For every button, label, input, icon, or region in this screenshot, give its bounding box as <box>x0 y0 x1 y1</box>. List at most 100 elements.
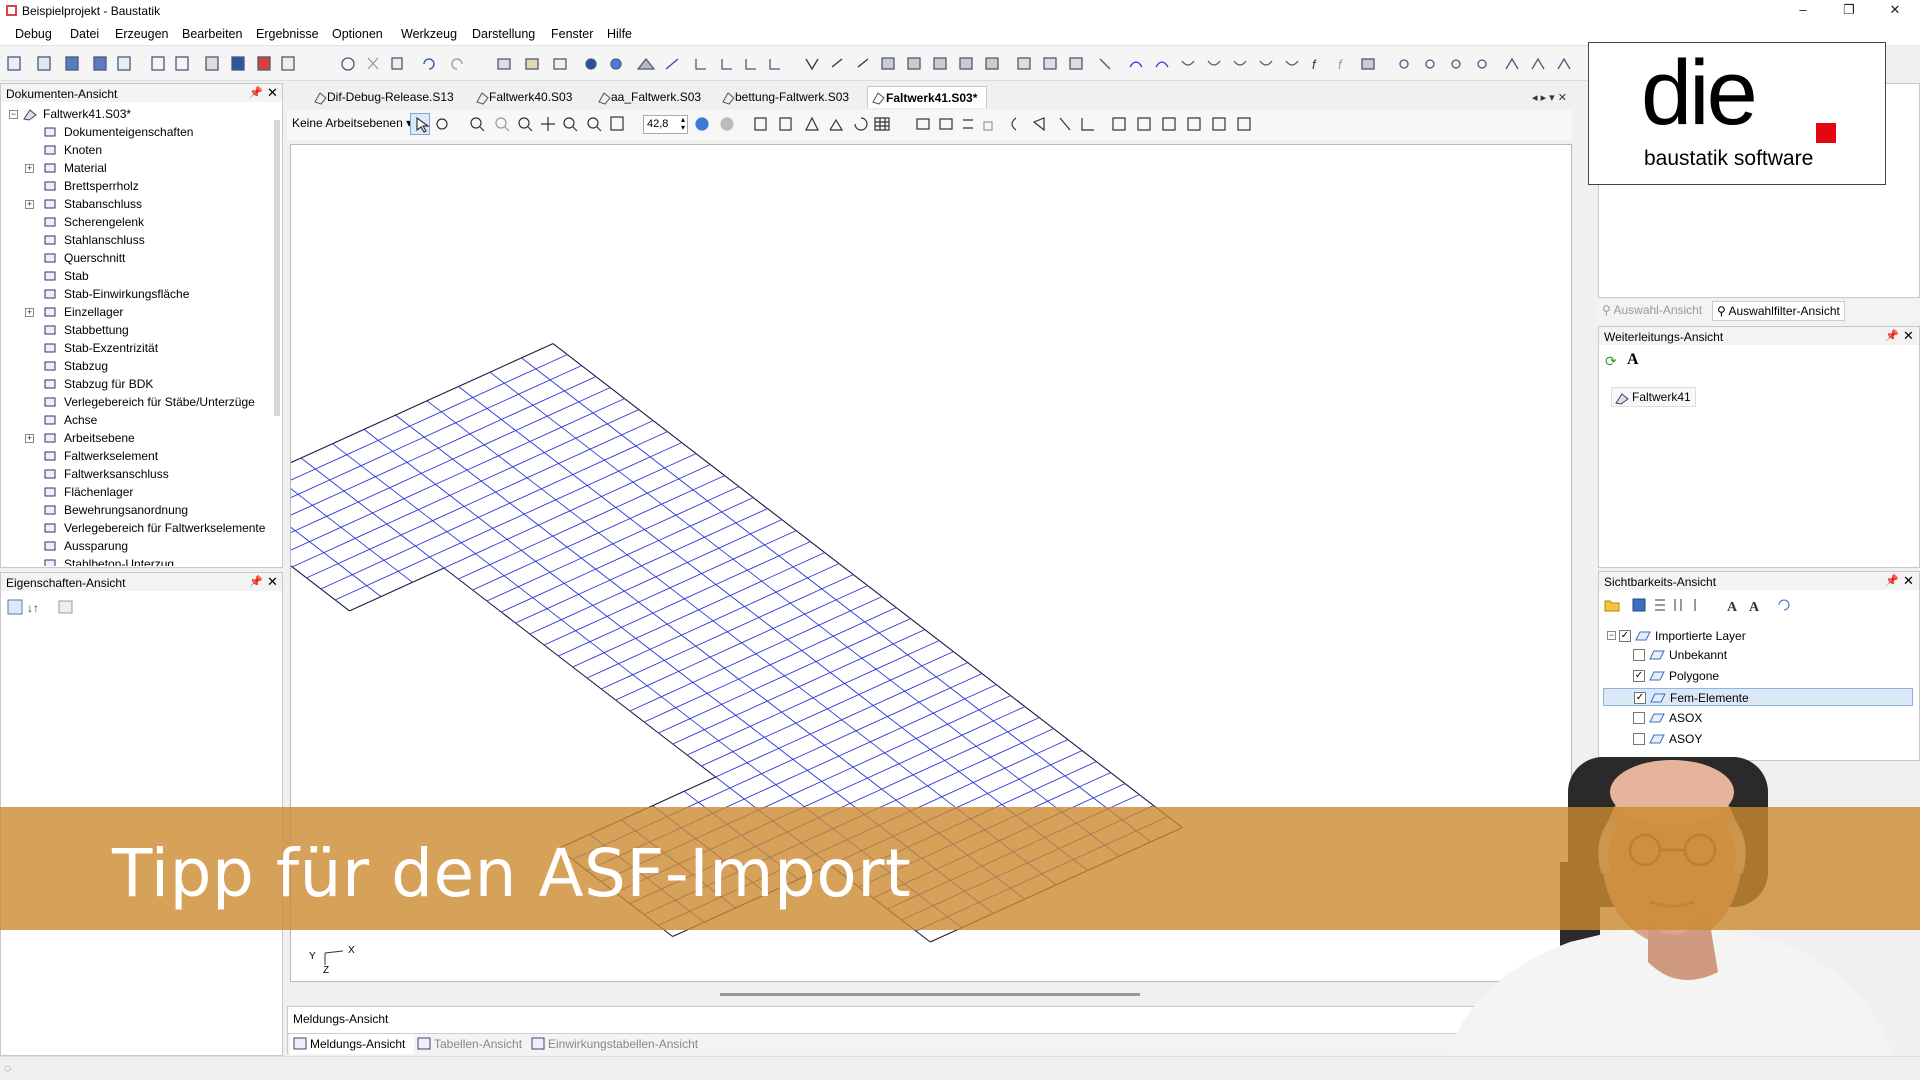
layer-icon <box>1650 693 1666 703</box>
pin-icon[interactable]: 📌 <box>1885 329 1899 342</box>
mesh-edge <box>769 664 785 677</box>
mesh-edge <box>1033 789 1048 802</box>
cross-section-icon <box>44 253 56 263</box>
mesh-edge <box>707 486 740 502</box>
mesh-edge <box>907 654 923 667</box>
mesh-edge <box>881 788 897 801</box>
mesh-edge <box>389 487 405 500</box>
layer-checkbox[interactable]: ✓ <box>1633 670 1645 682</box>
menu-darstellung[interactable]: Darstellung <box>472 27 535 41</box>
mesh-edge <box>652 598 685 614</box>
mesh-edge <box>747 555 780 571</box>
pin-icon[interactable]: 📌 <box>249 86 263 99</box>
mesh-edge <box>784 661 817 677</box>
layer-item[interactable]: ✓ Polygone <box>1603 667 1913 685</box>
menu-hilfe[interactable]: Hilfe <box>607 27 632 41</box>
mesh-edge <box>861 643 894 659</box>
tab-auswahl-ansicht[interactable]: ⚲ Auswahl-Ansicht <box>1602 303 1702 317</box>
menu-erzeugen[interactable]: Erzeugen <box>115 27 169 41</box>
document-view-scrollbar[interactable] <box>274 120 280 416</box>
layer-item[interactable]: Unbekannt <box>1603 646 1913 664</box>
mesh-edge <box>835 599 851 612</box>
mesh-edge <box>558 655 574 668</box>
expand-icon[interactable]: + <box>25 308 34 317</box>
mesh-edge <box>435 484 451 496</box>
mesh-edge <box>804 613 820 626</box>
layer-checkbox[interactable] <box>1633 733 1645 745</box>
mesh-edge <box>712 606 745 622</box>
layer-item[interactable]: ASOX <box>1603 709 1913 727</box>
mesh-edge <box>1096 761 1112 774</box>
mesh-edge <box>300 457 316 470</box>
close-icon[interactable]: ✕ <box>1903 573 1914 589</box>
mesh-edge <box>294 530 310 542</box>
collapse-icon[interactable]: − <box>1607 631 1616 640</box>
mesh-edge <box>752 675 785 691</box>
mesh-edge <box>887 716 903 728</box>
mesh-edge <box>595 568 611 581</box>
menu-optionen[interactable]: Optionen <box>332 27 383 41</box>
mesh-edge <box>993 706 1026 722</box>
logo-main-text: die <box>1641 42 1758 144</box>
layer-checkbox[interactable] <box>1633 712 1645 724</box>
mesh-edge <box>561 412 594 428</box>
layer-checkbox[interactable]: ✓ <box>1634 692 1646 704</box>
menu-bearbeiten[interactable]: Bearbeiten <box>182 27 242 41</box>
mesh-edge <box>838 563 854 576</box>
mesh-edge <box>458 371 491 388</box>
menu-ergebnisse[interactable]: Ergebnisse <box>256 27 319 41</box>
mesh-edge <box>858 679 891 695</box>
layer-item[interactable]: ASOY <box>1603 730 1913 748</box>
mesh-edge <box>392 436 425 452</box>
forwarding-item[interactable]: Faltwerk41 <box>1611 387 1696 407</box>
layer-icon <box>1649 671 1665 681</box>
menu-datei[interactable]: Datei <box>70 27 99 41</box>
mesh-edge <box>461 527 493 544</box>
expand-icon[interactable]: + <box>25 200 34 209</box>
expand-icon[interactable]: + <box>25 434 34 443</box>
toolbar-icons[interactable]: f f <box>6 55 1586 73</box>
layer-item[interactable]: ✓ Fem-Elemente <box>1603 688 1913 706</box>
layer-icon <box>1635 631 1651 641</box>
pin-icon[interactable]: 📌 <box>1885 574 1899 587</box>
mesh-edge <box>297 479 330 495</box>
maximize-button[interactable]: ❐ <box>1826 0 1872 22</box>
close-window-button[interactable]: ✕ <box>1872 0 1918 22</box>
svg-text:↓↑: ↓↑ <box>27 601 39 615</box>
viewport-scrollbar[interactable] <box>720 993 1140 996</box>
mesh-edge <box>389 472 422 489</box>
layer-root-checkbox[interactable]: ✓ <box>1619 630 1631 642</box>
minimize-button[interactable]: – <box>1780 0 1826 22</box>
font-icon[interactable]: A <box>1627 351 1639 369</box>
view-tool-icons[interactable] <box>412 114 1572 136</box>
expand-icon[interactable]: + <box>25 164 34 173</box>
refresh-icon[interactable]: ⟳ <box>1605 353 1617 370</box>
menu-werkzeug[interactable]: Werkzeug <box>401 27 457 41</box>
tab-auswahlfilter-ansicht[interactable]: ⚲ Auswahlfilter-Ansicht <box>1712 301 1845 321</box>
close-icon[interactable]: ✕ <box>1903 328 1914 344</box>
visibility-toolbar[interactable]: A A <box>1603 596 1803 614</box>
mesh-edge <box>721 689 754 705</box>
mesh-edge <box>1024 706 1040 719</box>
mesh-edge <box>701 765 717 778</box>
collapse-icon[interactable]: − <box>9 110 18 119</box>
mesh-edge <box>323 552 339 564</box>
mesh-edge <box>460 542 476 555</box>
pin-icon[interactable]: 📌 <box>249 575 263 588</box>
layer-icon <box>1649 650 1665 660</box>
menu-fenster[interactable]: Fenster <box>551 27 593 41</box>
properties-toolbar[interactable]: ↓↑ <box>7 598 87 616</box>
mesh-edge <box>758 617 774 629</box>
work-plane-dropdown[interactable]: Keine Arbeitsebenen ▾ <box>292 116 412 130</box>
mesh-edge <box>709 464 725 477</box>
mesh-edge <box>827 708 842 721</box>
close-icon[interactable]: ✕ <box>267 85 278 101</box>
mesh-edge <box>875 668 891 681</box>
close-icon[interactable]: ✕ <box>267 574 278 590</box>
mesh-edge <box>878 618 911 634</box>
mesh-edge <box>618 663 634 676</box>
menu-debug[interactable]: Debug <box>15 27 52 41</box>
mesh-edge <box>515 430 531 442</box>
layer-checkbox[interactable] <box>1633 649 1645 661</box>
title-banner: Tipp für den ASF-Import <box>0 807 1920 930</box>
